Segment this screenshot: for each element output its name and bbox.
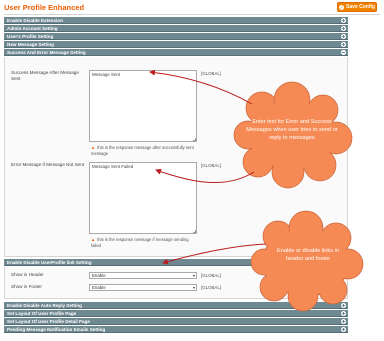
arrow-to-link-section (162, 243, 267, 265)
callout-messages-text: Enter text for Error and Success Message… (246, 119, 338, 141)
arrow-to-error-message (155, 168, 255, 183)
callout-links-text: Enable or disable links in header and fo… (277, 248, 339, 262)
arrow-to-success-message (149, 69, 253, 105)
annotation-overlay (149, 69, 364, 312)
